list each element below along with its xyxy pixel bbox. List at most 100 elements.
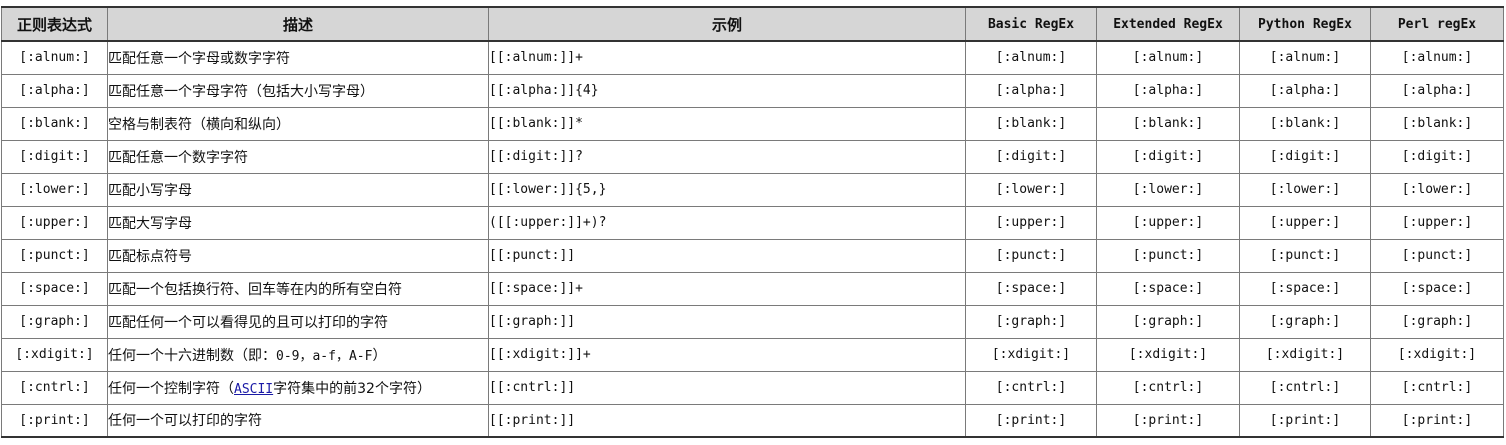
- table-row: [:xdigit:] 任何一个十六进制数（即：0-9，a-f，A-F） [[:x…: [1, 337, 1504, 372]
- header-example: 示例: [488, 6, 966, 42]
- table-header-row: 正则表达式 描述 示例 Basic RegEx Extended RegEx P…: [1, 6, 1504, 42]
- cell-basic: [:alnum:]: [965, 40, 1097, 75]
- cell-regex: [:punct:]: [1, 238, 108, 273]
- cell-perl: [:blank:]: [1370, 106, 1504, 141]
- cell-description: 匹配标点符号: [107, 238, 489, 273]
- cell-basic: [:blank:]: [965, 106, 1097, 141]
- header-perl-regex: Perl regEx: [1370, 6, 1504, 42]
- cell-regex: [:space:]: [1, 271, 108, 306]
- cell-extended: [:blank:]: [1096, 106, 1240, 141]
- header-regex: 正则表达式: [1, 6, 108, 42]
- table-row: [:upper:] 匹配大写字母 ([[:upper:]]+)? [:upper…: [1, 205, 1504, 240]
- cell-extended: [:upper:]: [1096, 205, 1240, 240]
- cell-example: [[:digit:]]?: [488, 139, 966, 174]
- cell-description: 空格与制表符（横向和纵向）: [107, 106, 489, 141]
- cell-basic: [:punct:]: [965, 238, 1097, 273]
- cell-basic: [:alpha:]: [965, 73, 1097, 108]
- cell-perl: [:lower:]: [1370, 172, 1504, 207]
- cell-example: [[:blank:]]*: [488, 106, 966, 141]
- cell-python: [:digit:]: [1239, 139, 1371, 174]
- cell-example: [[:lower:]]{5,}: [488, 172, 966, 207]
- description-text: 任何一个控制字符（: [108, 380, 235, 397]
- cell-basic: [:upper:]: [965, 205, 1097, 240]
- cell-perl: [:upper:]: [1370, 205, 1504, 240]
- cell-python: [:punct:]: [1239, 238, 1371, 273]
- cell-regex: [:upper:]: [1, 205, 108, 240]
- cell-description: 匹配任意一个字母或数字字符: [107, 40, 489, 75]
- cell-example: [[:punct:]]: [488, 238, 966, 273]
- cell-extended: [:alpha:]: [1096, 73, 1240, 108]
- cell-perl: [:cntrl:]: [1370, 370, 1504, 405]
- table-row: [:alnum:] 匹配任意一个字母或数字字符 [[:alnum:]]+ [:a…: [1, 40, 1504, 75]
- cell-perl: [:digit:]: [1370, 139, 1504, 174]
- cell-regex: [:lower:]: [1, 172, 108, 207]
- cell-example: ([[:upper:]]+)?: [488, 205, 966, 240]
- cell-example: [[:print:]]: [488, 403, 966, 438]
- cell-perl: [:xdigit:]: [1370, 337, 1504, 372]
- header-python-regex: Python RegEx: [1239, 6, 1371, 42]
- cell-perl: [:print:]: [1370, 403, 1504, 438]
- cell-python: [:xdigit:]: [1239, 337, 1371, 372]
- cell-extended: [:digit:]: [1096, 139, 1240, 174]
- description-text: 字符集中的前32个字符）: [273, 380, 431, 397]
- cell-regex: [:blank:]: [1, 106, 108, 141]
- cell-regex: [:alnum:]: [1, 40, 108, 75]
- cell-regex: [:cntrl:]: [1, 370, 108, 405]
- cell-basic: [:graph:]: [965, 304, 1097, 339]
- cell-example: [[:alpha:]]{4}: [488, 73, 966, 108]
- cell-extended: [:xdigit:]: [1096, 337, 1240, 372]
- cell-example: [[:xdigit:]]+: [488, 337, 966, 372]
- cell-description: 匹配任意一个字母字符（包括大小写字母）: [107, 73, 489, 108]
- table-row: [:graph:] 匹配任何一个可以看得见的且可以打印的字符 [[:graph:…: [1, 304, 1504, 339]
- cell-python: [:alnum:]: [1239, 40, 1371, 75]
- cell-perl: [:alpha:]: [1370, 73, 1504, 108]
- cell-basic: [:space:]: [965, 271, 1097, 306]
- cell-description: 任何一个可以打印的字符: [107, 403, 489, 438]
- cell-python: [:space:]: [1239, 271, 1371, 306]
- ascii-link[interactable]: ASCII: [234, 382, 273, 397]
- cell-basic: [:print:]: [965, 403, 1097, 438]
- cell-python: [:upper:]: [1239, 205, 1371, 240]
- cell-regex: [:graph:]: [1, 304, 108, 339]
- cell-extended: [:space:]: [1096, 271, 1240, 306]
- cell-example: [[:alnum:]]+: [488, 40, 966, 75]
- cell-description: 匹配任何一个可以看得见的且可以打印的字符: [107, 304, 489, 339]
- cell-extended: [:cntrl:]: [1096, 370, 1240, 405]
- cell-description: 匹配小写字母: [107, 172, 489, 207]
- cell-python: [:graph:]: [1239, 304, 1371, 339]
- cell-python: [:lower:]: [1239, 172, 1371, 207]
- cell-description: 任何一个十六进制数（即：0-9，a-f，A-F）: [107, 337, 489, 372]
- cell-description: 匹配大写字母: [107, 205, 489, 240]
- table-row: [:blank:] 空格与制表符（横向和纵向） [[:blank:]]* [:b…: [1, 106, 1504, 141]
- cell-python: [:alpha:]: [1239, 73, 1371, 108]
- cell-regex: [:print:]: [1, 403, 108, 438]
- header-basic-regex: Basic RegEx: [965, 6, 1097, 42]
- table-row: [:print:] 任何一个可以打印的字符 [[:print:]] [:prin…: [1, 403, 1504, 438]
- cell-description: 匹配任意一个数字字符: [107, 139, 489, 174]
- cell-basic: [:lower:]: [965, 172, 1097, 207]
- cell-perl: [:graph:]: [1370, 304, 1504, 339]
- cell-perl: [:space:]: [1370, 271, 1504, 306]
- regex-comparison-table: 正则表达式 描述 示例 Basic RegEx Extended RegEx P…: [1, 6, 1504, 438]
- cell-regex: [:xdigit:]: [1, 337, 108, 372]
- cell-extended: [:punct:]: [1096, 238, 1240, 273]
- cell-perl: [:alnum:]: [1370, 40, 1504, 75]
- table-row: [:lower:] 匹配小写字母 [[:lower:]]{5,} [:lower…: [1, 172, 1504, 207]
- cell-extended: [:lower:]: [1096, 172, 1240, 207]
- cell-example: [[:space:]]+: [488, 271, 966, 306]
- cell-basic: [:xdigit:]: [965, 337, 1097, 372]
- cell-basic: [:cntrl:]: [965, 370, 1097, 405]
- table-row: [:digit:] 匹配任意一个数字字符 [[:digit:]]? [:digi…: [1, 139, 1504, 174]
- cell-example: [[:graph:]]: [488, 304, 966, 339]
- cell-python: [:print:]: [1239, 403, 1371, 438]
- cell-perl: [:punct:]: [1370, 238, 1504, 273]
- table-row: [:cntrl:] 任何一个控制字符（ASCII字符集中的前32个字符） [[:…: [1, 370, 1504, 405]
- header-description: 描述: [107, 6, 489, 42]
- cell-regex: [:alpha:]: [1, 73, 108, 108]
- cell-description: 匹配一个包括换行符、回车等在内的所有空白符: [107, 271, 489, 306]
- hex-digit-ranges: 0-9，a-f，A-F: [276, 348, 373, 364]
- cell-description: 任何一个控制字符（ASCII字符集中的前32个字符）: [107, 370, 489, 405]
- cell-extended: [:alnum:]: [1096, 40, 1240, 75]
- table-row: [:alpha:] 匹配任意一个字母字符（包括大小写字母） [[:alpha:]…: [1, 73, 1504, 108]
- cell-extended: [:print:]: [1096, 403, 1240, 438]
